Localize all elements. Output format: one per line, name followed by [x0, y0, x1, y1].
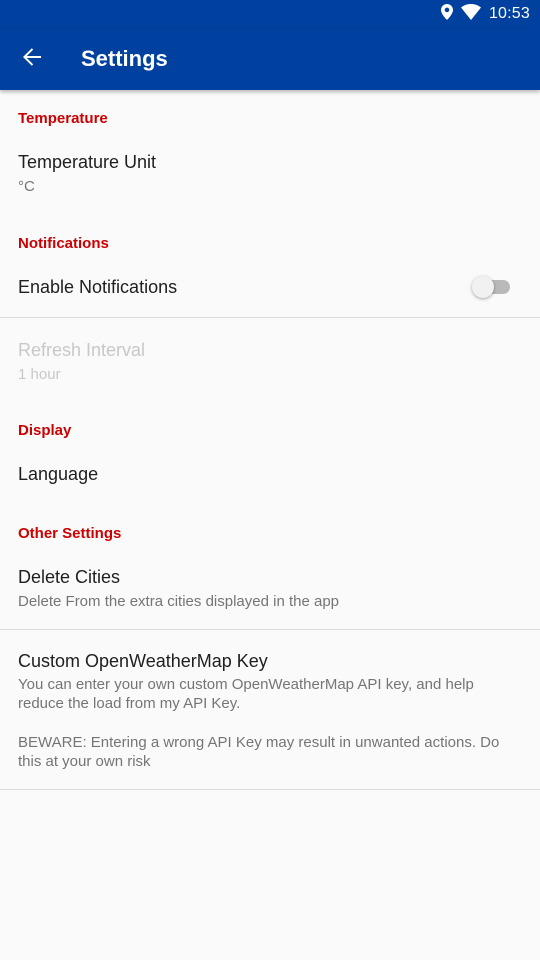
arrow-back-icon — [22, 47, 42, 72]
pref-title-language: Language — [18, 464, 99, 484]
category-other-settings: Other Settings — [18, 525, 122, 542]
pref-language[interactable]: Language — [0, 448, 540, 504]
pref-delete-cities[interactable]: Delete Cities Delete From the extra citi… — [0, 550, 540, 628]
category-display: Display — [18, 422, 72, 439]
toggle-thumb — [472, 276, 494, 298]
pref-warning-custom-api-key: BEWARE: Entering a wrong API Key may res… — [18, 734, 500, 770]
status-time: 10:53 — [488, 5, 530, 22]
status-icons: 10:53 — [440, 0, 530, 28]
pref-summary-custom-api-key: You can enter your own custom OpenWeathe… — [18, 676, 474, 712]
category-temperature: Temperature — [18, 110, 108, 127]
pref-custom-api-key[interactable]: Custom OpenWeatherMap Key You can enter … — [0, 630, 540, 788]
pref-enable-notifications[interactable]: Enable Notifications — [0, 260, 540, 316]
pref-summary-delete-cities: Delete From the extra cities displayed i… — [18, 593, 339, 610]
pref-title-temperature-unit: Temperature Unit — [18, 152, 157, 172]
back-button[interactable] — [10, 37, 54, 81]
notifications-toggle[interactable] — [472, 276, 512, 300]
pref-temperature-unit[interactable]: Temperature Unit °C — [0, 138, 540, 210]
pref-refresh-interval: Refresh Interval 1 hour — [0, 320, 540, 390]
pref-title-delete-cities: Delete Cities — [18, 567, 121, 587]
pref-summary-temperature-unit: °C — [18, 178, 35, 195]
location-icon — [440, 3, 453, 25]
pref-title-refresh-interval: Refresh Interval — [18, 340, 146, 360]
category-notifications: Notifications — [18, 235, 109, 252]
pref-summary-refresh-interval: 1 hour — [18, 366, 61, 383]
pref-title-enable-notifications: Enable Notifications — [18, 277, 178, 297]
wifi-icon — [460, 3, 481, 25]
status-bar: 10:53 — [0, 0, 540, 28]
pref-title-custom-api-key: Custom OpenWeatherMap Key — [18, 651, 268, 671]
page-title: Settings — [81, 46, 168, 71]
divider — [0, 789, 540, 790]
divider — [0, 317, 540, 318]
app-bar: Settings — [0, 28, 540, 90]
